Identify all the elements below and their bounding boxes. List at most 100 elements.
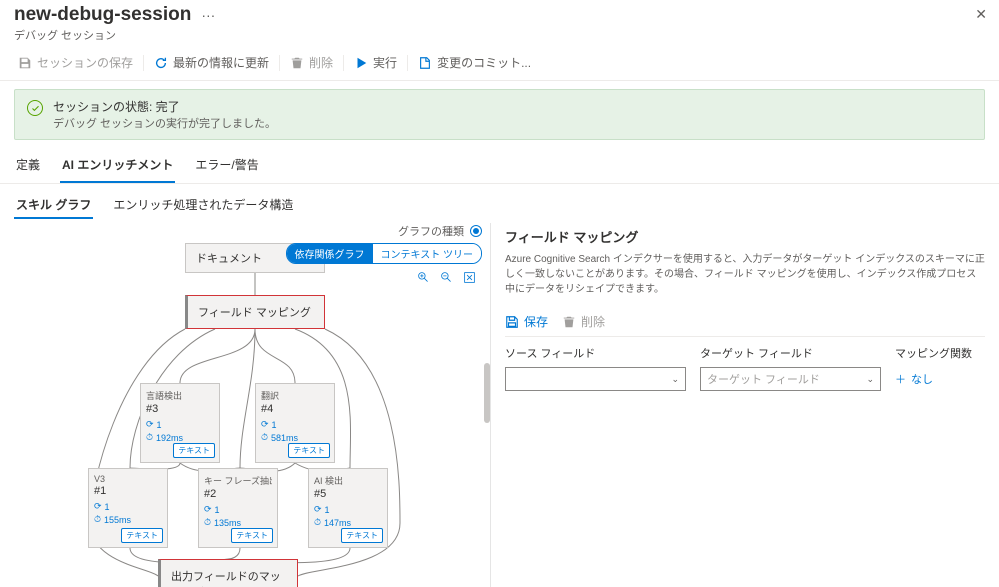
toolbar-divider [279,55,280,71]
panel-save-label: 保存 [524,313,548,330]
skill-count: ⟳ 1 [204,504,272,515]
mapping-row: ⌄ ターゲット フィールド ⌄ ＋ なし [505,367,985,391]
skill-number: #4 [261,403,329,415]
graph-pane: グラフの種類 依存関係グラフ コンテキスト ツリー [0,223,490,587]
col-func: マッピング関数 [895,345,985,361]
commit-label: 変更のコミット... [437,54,531,71]
pill-dependency[interactable]: 依存関係グラフ [287,244,373,263]
skill-count: ⟳ 1 [146,419,214,430]
add-none-label: なし [911,371,933,387]
save-icon [505,315,519,329]
delete-label: 削除 [309,54,333,71]
graph-type-radio[interactable] [470,225,482,237]
run-label: 実行 [373,54,397,71]
tab-definition[interactable]: 定義 [14,148,42,183]
skill-title: キー フレーズ抽出 [204,474,272,487]
page-header: new-debug-session ··· デバッグ セッション [0,0,999,45]
skill-title: 翻訳 [261,389,329,402]
skill-time: ⏱ 581ms [261,432,329,443]
more-menu-icon[interactable]: ··· [201,7,215,23]
panel-save-button[interactable]: 保存 [505,313,548,330]
target-field-dropdown[interactable]: ターゲット フィールド ⌄ [700,367,881,391]
subtab-skill-graph[interactable]: スキル グラフ [14,192,93,219]
subtab-enriched-data[interactable]: エンリッチ処理されたデータ構造 [111,192,295,219]
skill-badge-text[interactable]: テキスト [173,443,215,458]
save-session-button[interactable]: セッションの保存 [14,51,137,74]
skill-time: ⏱ 155ms [94,514,162,525]
tab-errors[interactable]: エラー/警告 [193,148,260,183]
column-headers: ソース フィールド ターゲット フィールド マッピング関数 [505,345,985,361]
skill-number: #5 [314,488,382,500]
page-subtitle: デバッグ セッション [14,27,985,43]
main-tabs: 定義 AI エンリッチメント エラー/警告 [0,148,999,184]
skill-badge-text[interactable]: テキスト [341,528,383,543]
node-field-mapping[interactable]: フィールド マッピング [185,295,325,329]
panel-title: フィールド マッピング [505,227,985,246]
details-panel: フィールド マッピング Azure Cognitive Search インデクサ… [490,223,999,587]
trash-icon [290,56,304,70]
source-field-dropdown[interactable]: ⌄ [505,367,686,391]
save-session-label: セッションの保存 [37,54,133,71]
skill-node-2[interactable]: キー フレーズ抽出 #2 ⟳ 1 ⏱ 135ms テキスト [198,468,278,548]
chevron-down-icon: ⌄ [866,374,874,385]
panel-description: Azure Cognitive Search インデクサーを使用すると、入力デー… [505,252,985,297]
run-button[interactable]: 実行 [350,51,401,74]
toolbar-divider [143,55,144,71]
node-output-mapping[interactable]: 出力フィールドのマッピング [158,559,298,587]
col-target: ターゲット フィールド [700,345,881,361]
success-check-icon [27,100,43,116]
banner-title: セッションの状態: 完了 [53,98,276,115]
skill-title: 言語検出 [146,389,214,402]
target-placeholder: ターゲット フィールド [707,371,820,387]
skill-node-5[interactable]: AI 検出 #5 ⟳ 1 ⏱ 147ms テキスト [308,468,388,548]
zoom-fit-icon[interactable] [463,271,476,284]
skill-badge-text[interactable]: テキスト [121,528,163,543]
col-source: ソース フィールド [505,345,686,361]
refresh-button[interactable]: 最新の情報に更新 [150,51,273,74]
skill-title: V3 [94,474,162,484]
graph-type-label: グラフの種類 [398,223,464,239]
skill-count: ⟳ 1 [314,504,382,515]
banner-subtitle: デバッグ セッションの実行が完了しました。 [53,115,276,131]
zoom-out-icon[interactable] [440,271,453,284]
trash-icon [562,315,576,329]
skill-node-4[interactable]: 翻訳 #4 ⟳ 1 ⏱ 581ms テキスト [255,383,335,463]
skill-count: ⟳ 1 [261,419,329,430]
play-icon [354,56,368,70]
skill-time: ⏱ 192ms [146,432,214,443]
main-content: グラフの種類 依存関係グラフ コンテキスト ツリー [0,223,999,587]
zoom-tools [417,271,482,284]
zoom-in-icon[interactable] [417,271,430,284]
save-icon [18,56,32,70]
plus-icon: ＋ [895,371,906,387]
pill-context-tree[interactable]: コンテキスト ツリー [373,244,481,263]
panel-actions: 保存 削除 [505,307,985,337]
tab-ai-enrichment[interactable]: AI エンリッチメント [60,148,175,183]
graph-type-toggle: 依存関係グラフ コンテキスト ツリー [286,243,482,264]
toolbar-divider [407,55,408,71]
delete-button[interactable]: 削除 [286,51,337,74]
page-title: new-debug-session [14,4,191,26]
skill-node-3[interactable]: 言語検出 #3 ⟳ 1 ⏱ 192ms テキスト [140,383,220,463]
add-mapping-button[interactable]: ＋ なし [895,371,985,387]
graph-controls: グラフの種類 依存関係グラフ コンテキスト ツリー [286,223,482,284]
panel-delete-button[interactable]: 削除 [562,313,605,330]
toolbar-divider [343,55,344,71]
skill-node-1[interactable]: V3 #1 ⟳ 1 ⏱ 155ms テキスト [88,468,168,548]
commit-icon [418,56,432,70]
close-icon[interactable]: ✕ [975,6,987,23]
graph-scrollbar[interactable] [484,363,490,423]
commit-button[interactable]: 変更のコミット... [414,51,535,74]
skill-number: #2 [204,488,272,500]
toolbar: セッションの保存 最新の情報に更新 削除 実行 変更のコミット... [0,45,999,81]
skill-title: AI 検出 [314,474,382,487]
skill-badge-text[interactable]: テキスト [231,528,273,543]
panel-delete-label: 削除 [581,313,605,330]
skill-time: ⏱ 147ms [314,517,382,528]
skill-number: #3 [146,403,214,415]
skill-badge-text[interactable]: テキスト [288,443,330,458]
skill-time: ⏱ 135ms [204,517,272,528]
chevron-down-icon: ⌄ [671,374,679,385]
status-banner: セッションの状態: 完了 デバッグ セッションの実行が完了しました。 [14,89,985,140]
skill-count: ⟳ 1 [94,501,162,512]
